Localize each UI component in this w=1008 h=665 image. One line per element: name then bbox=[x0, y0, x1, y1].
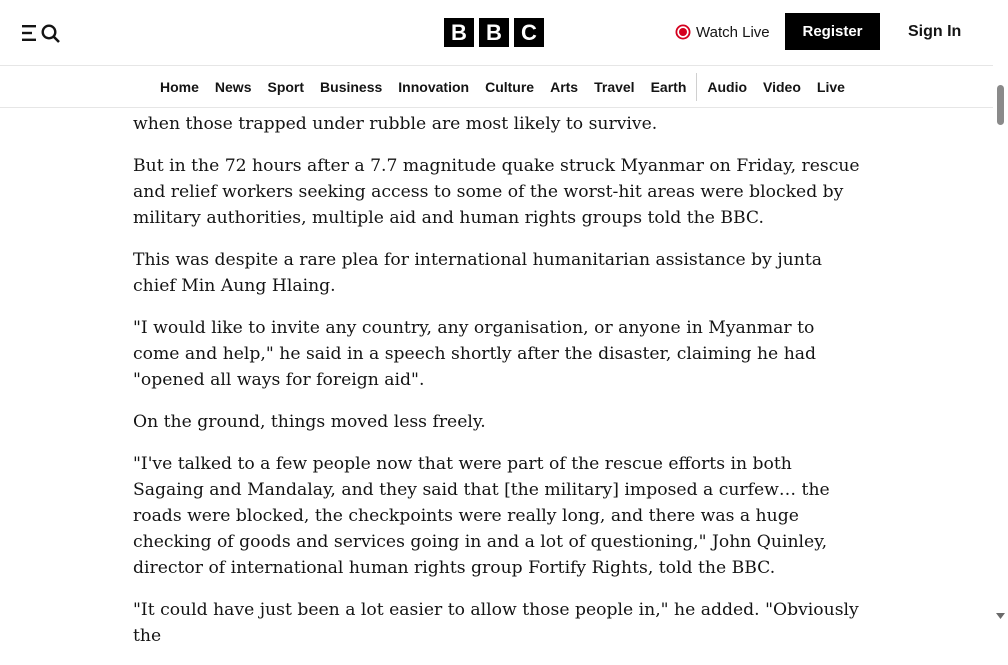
watch-live-link[interactable]: Watch Live bbox=[675, 23, 770, 41]
nav-item-culture[interactable]: Culture bbox=[477, 79, 542, 95]
article-paragraph: "I would like to invite any country, any… bbox=[133, 318, 817, 390]
register-button[interactable]: Register bbox=[785, 13, 880, 50]
article-paragraph: But in the 72 hours after a 7.7 magnitud… bbox=[133, 156, 860, 228]
logo-letter: B bbox=[444, 18, 474, 47]
scroll-down-arrow-icon[interactable] bbox=[996, 607, 1005, 619]
logo-letter: B bbox=[479, 18, 509, 47]
scrollbar-thumb[interactable] bbox=[997, 85, 1004, 125]
nav-item-news[interactable]: News bbox=[207, 79, 260, 95]
article-paragraph: "It could have just been a lot easier to… bbox=[133, 600, 859, 646]
article-paragraph: "I've talked to a few people now that we… bbox=[133, 454, 830, 578]
nav-divider bbox=[696, 72, 698, 101]
nav-item-arts[interactable]: Arts bbox=[542, 79, 586, 95]
article-body: when those trapped under rubble are most… bbox=[133, 108, 863, 665]
nav-item-live[interactable]: Live bbox=[809, 79, 853, 95]
sign-in-link[interactable]: Sign In bbox=[908, 13, 961, 50]
nav-item-business[interactable]: Business bbox=[312, 79, 390, 95]
nav-item-travel[interactable]: Travel bbox=[586, 79, 642, 95]
page-scrollbar[interactable] bbox=[993, 0, 1008, 621]
live-record-icon bbox=[675, 24, 691, 40]
nav-item-video[interactable]: Video bbox=[755, 79, 809, 95]
bbc-logo[interactable]: B B C bbox=[444, 18, 544, 47]
nav-item-audio[interactable]: Audio bbox=[699, 79, 755, 95]
logo-letter: C bbox=[514, 18, 544, 47]
article-paragraph: when those trapped under rubble are most… bbox=[133, 114, 658, 134]
article-paragraph: This was despite a rare plea for interna… bbox=[133, 250, 822, 296]
top-header: B B C Watch Live Register Sign In bbox=[0, 0, 993, 66]
watch-live-label: Watch Live bbox=[696, 23, 770, 41]
menu-search-icon[interactable] bbox=[21, 20, 63, 46]
nav-item-home[interactable]: Home bbox=[160, 79, 207, 95]
nav-item-sport[interactable]: Sport bbox=[259, 79, 312, 95]
main-nav: Home News Sport Business Innovation Cult… bbox=[0, 66, 993, 108]
nav-item-earth[interactable]: Earth bbox=[643, 79, 695, 95]
article-paragraph: On the ground, things moved less freely. bbox=[133, 412, 486, 432]
nav-item-innovation[interactable]: Innovation bbox=[390, 79, 477, 95]
